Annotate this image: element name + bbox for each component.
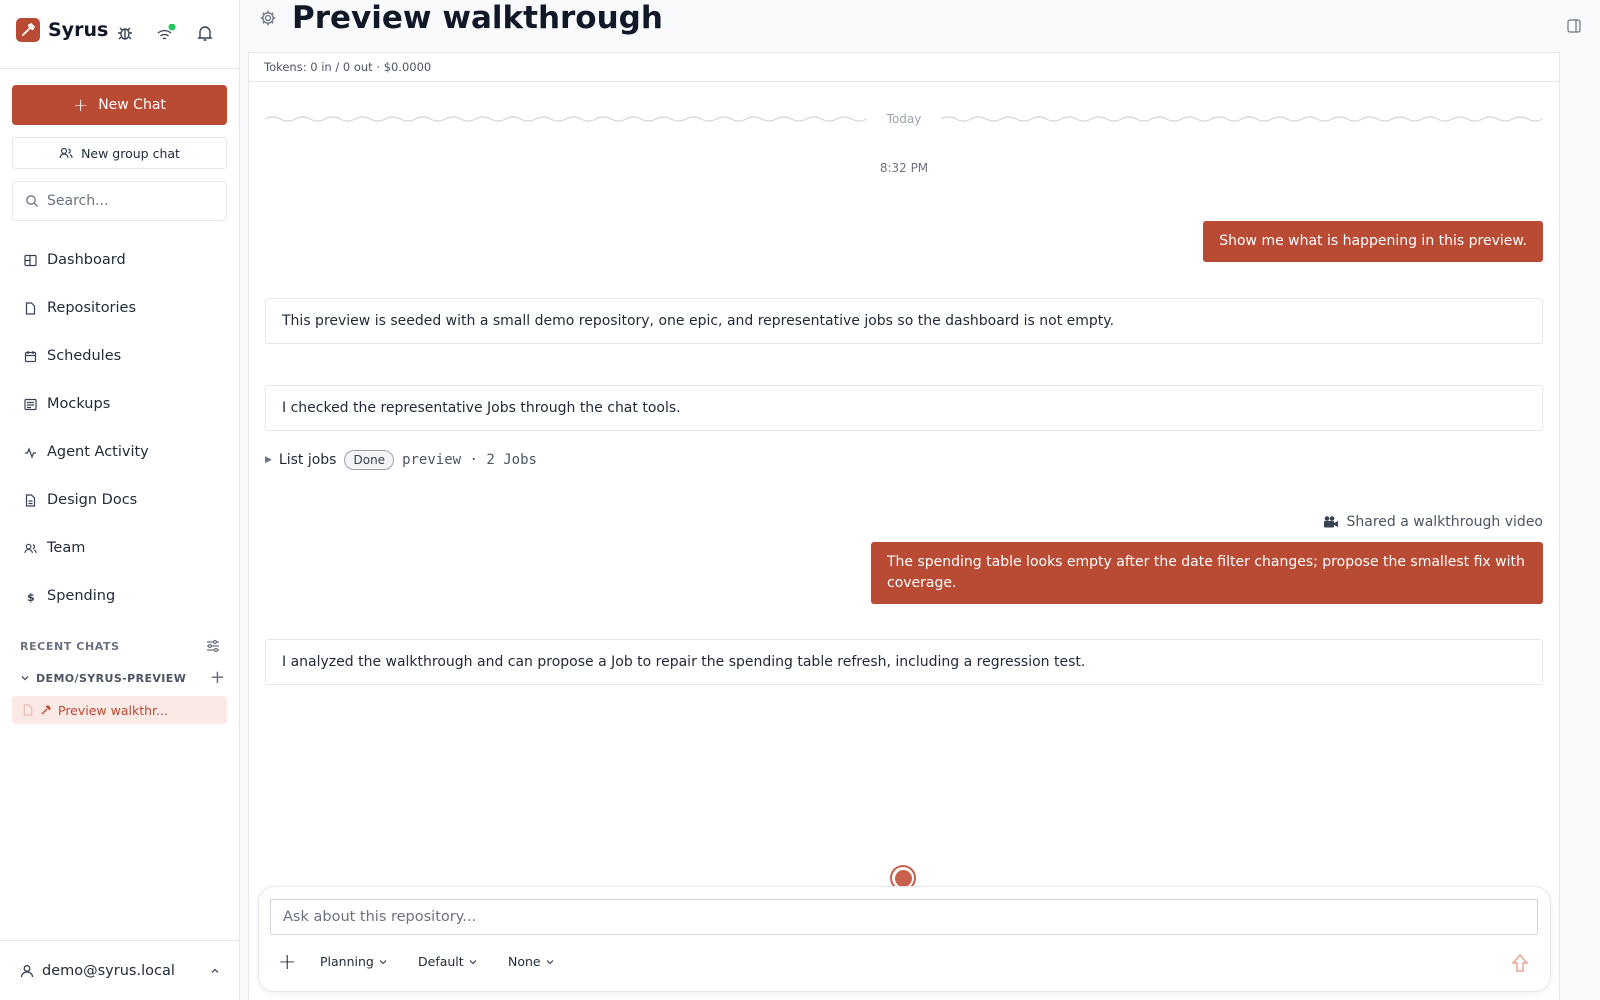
new-chat-button[interactable]: + New Chat (12, 85, 227, 125)
reasoning-select[interactable]: None (508, 954, 555, 969)
recent-chats-title: RECENT CHATS (20, 639, 120, 653)
token-usage: Tokens: 0 in / 0 out · $0.0000 (248, 52, 1560, 82)
message-timestamp: 8:32 PM (879, 161, 929, 175)
sidebar-item-agent-activity[interactable]: Agent Activity (12, 428, 227, 476)
tool-name: List jobs (278, 452, 337, 468)
model-value: Default (418, 954, 464, 969)
model-select[interactable]: Default (418, 954, 478, 969)
search-box (12, 181, 227, 221)
tool-detail: preview · 2 Jobs (402, 452, 537, 468)
document-icon (25, 493, 36, 507)
sidebar-item-design-docs[interactable]: Design Docs (12, 476, 227, 524)
sidebar-item-dashboard[interactable]: Dashboard (12, 236, 227, 284)
sidebar-item-repositories[interactable]: Repositories (12, 284, 227, 332)
recent-chat-title: Preview walkthr... (58, 702, 168, 718)
sidebar-item-label: Dashboard (47, 252, 126, 268)
recent-chat-item[interactable]: Preview walkthr... (12, 696, 227, 724)
new-group-chat-button[interactable]: New group chat (12, 137, 227, 169)
sidebar-item-mockups[interactable]: Mockups (12, 380, 227, 428)
shared-video-label[interactable]: Shared a walkthrough video (1100, 514, 1543, 530)
dollar-icon: $ (27, 591, 35, 603)
assistant-message: I checked the representative Jobs throug… (265, 385, 1543, 431)
sidebar-item-label: Schedules (47, 348, 122, 364)
sidebar-item-label: Spending (47, 588, 116, 604)
search-input[interactable] (47, 193, 207, 209)
repo-name: DEMO/SYRUS-PREVIEW (36, 671, 187, 685)
chevron-up-icon (211, 968, 219, 973)
assistant-message: This preview is seeded with a small demo… (265, 298, 1543, 344)
reasoning-value: None (508, 954, 541, 969)
sidebar-item-label: Mockups (47, 396, 111, 412)
brand-logo-icon (16, 18, 40, 42)
sidebar-nav: Dashboard Repositories Schedules Mockups… (12, 236, 227, 620)
user-menu[interactable]: demo@syrus.local (0, 940, 240, 1000)
sidebar-divider (0, 68, 240, 69)
mode-select[interactable]: Planning (320, 954, 388, 969)
dashboard-icon (24, 254, 37, 266)
assistant-message: I analyzed the walkthrough and can propo… (265, 639, 1543, 685)
chat-input[interactable] (270, 899, 1538, 935)
plus-icon: + (73, 94, 89, 116)
chevron-down-icon (469, 959, 477, 964)
user-icon (20, 964, 34, 977)
mode-value: Planning (320, 954, 374, 969)
add-chat-icon[interactable]: + (210, 669, 225, 687)
day-divider: Today (265, 112, 1543, 126)
page-title: Preview walkthrough (292, 0, 663, 36)
divider-wave (941, 116, 1543, 122)
activity-icon (25, 446, 36, 459)
chevron-down-icon (21, 676, 29, 681)
user-message: The spending table looks empty after the… (871, 542, 1543, 604)
app-name: Syrus (48, 19, 109, 41)
document-icon (23, 704, 33, 716)
gear-icon[interactable] (259, 9, 277, 31)
repo-group-label: DEMO/SYRUS-PREVIEW (20, 672, 186, 685)
layout-icon (24, 398, 37, 410)
user-message: Show me what is happening in this previe… (1203, 221, 1543, 262)
sidebar-item-label: Repositories (47, 300, 137, 316)
sidebar-item-label: Agent Activity (47, 444, 149, 460)
svg-text:$: $ (27, 591, 35, 603)
new-chat-label: New Chat (98, 97, 166, 113)
users-icon (59, 147, 73, 159)
status-badge: Done (344, 450, 395, 470)
record-dot-icon (894, 869, 912, 887)
sidebar-item-team[interactable]: Team (12, 524, 227, 572)
search-icon (26, 195, 38, 207)
brand[interactable]: Syrus (16, 18, 108, 42)
bug-icon[interactable] (116, 24, 134, 42)
filter-settings-icon[interactable] (206, 639, 220, 653)
send-arrow-icon[interactable] (1511, 953, 1529, 977)
users-icon (24, 543, 37, 553)
sidebar-item-schedules[interactable]: Schedules (12, 332, 227, 380)
new-group-chat-label: New group chat (81, 145, 180, 161)
repo-group[interactable]: DEMO/SYRUS-PREVIEW + (20, 669, 225, 687)
calendar-icon (24, 350, 37, 362)
video-camera-icon (1323, 516, 1338, 528)
file-icon (25, 301, 36, 315)
shared-video-text: Shared a walkthrough video (1346, 514, 1544, 530)
day-divider-label: Today (886, 112, 922, 126)
connection-status-icon[interactable] (156, 23, 176, 42)
hammer-icon (41, 705, 51, 715)
sidebar-item-label: Design Docs (47, 492, 138, 508)
sidebar: Syrus + New Chat New group chat Dashboar… (0, 0, 240, 1000)
recent-chats-header: RECENT CHATS (20, 639, 220, 653)
tool-call[interactable]: ▶ List jobs Done preview · 2 Jobs (265, 450, 537, 470)
expand-triangle-icon: ▶ (265, 455, 272, 465)
sidebar-item-label: Team (47, 540, 86, 556)
attach-plus-icon[interactable]: + (278, 949, 296, 977)
user-email: demo@syrus.local (42, 962, 175, 979)
chevron-down-icon (379, 959, 387, 964)
sidebar-item-spending[interactable]: $ Spending (12, 572, 227, 620)
divider-wave (265, 116, 867, 122)
panel-toggle-icon[interactable] (1566, 18, 1582, 38)
chevron-down-icon (546, 959, 554, 964)
bell-icon[interactable] (196, 24, 214, 42)
